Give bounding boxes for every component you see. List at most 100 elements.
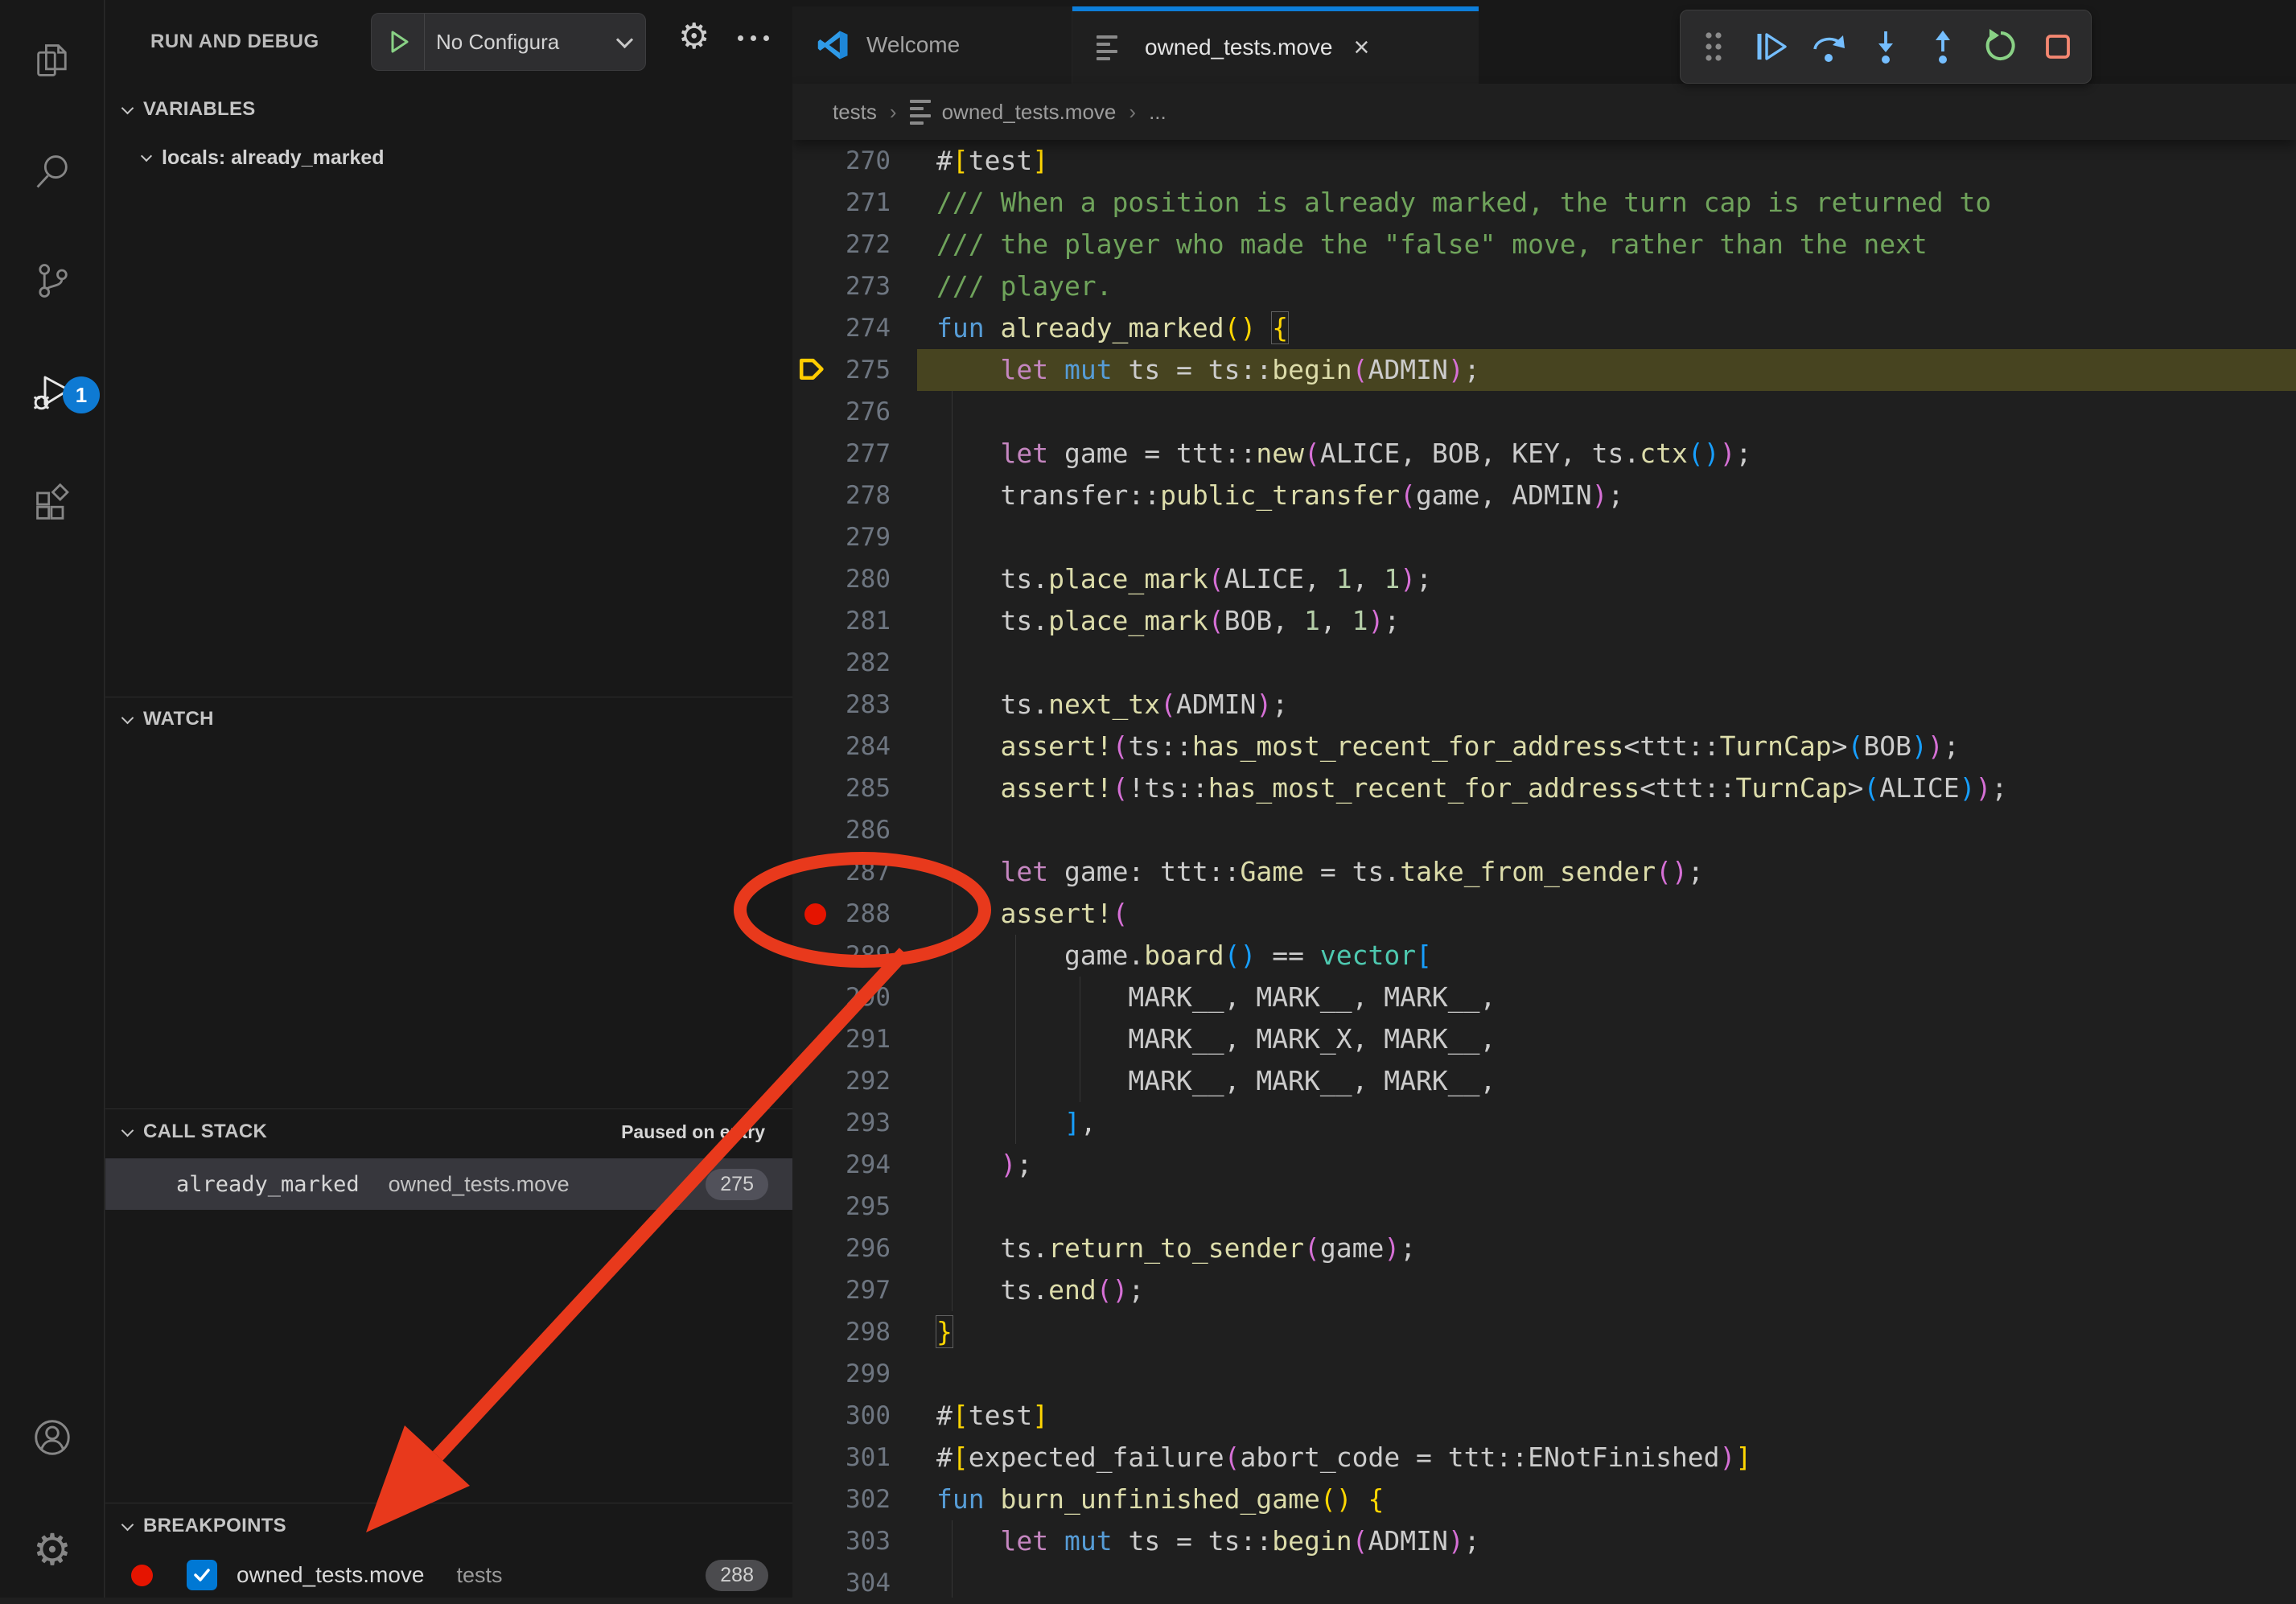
toolbar-drag-handle[interactable] bbox=[1689, 23, 1738, 71]
gutter[interactable]: 275 bbox=[792, 349, 917, 391]
gutter[interactable]: 292 bbox=[792, 1060, 917, 1102]
gutter[interactable]: 285 bbox=[792, 767, 917, 809]
gutter[interactable]: 281 bbox=[792, 600, 917, 642]
gutter[interactable]: 293 bbox=[792, 1102, 917, 1144]
code-line-275[interactable]: 275 let mut ts = ts::begin(ADMIN); bbox=[792, 349, 2296, 391]
restart-icon[interactable] bbox=[1977, 23, 2025, 71]
gutter[interactable]: 287 bbox=[792, 851, 917, 893]
code-line-271[interactable]: 271/// When a position is already marked… bbox=[792, 182, 2296, 224]
gutter[interactable]: 284 bbox=[792, 726, 917, 767]
code-line-302[interactable]: 302fun burn_unfinished_game() { bbox=[792, 1479, 2296, 1520]
code-line-293[interactable]: 293 ], bbox=[792, 1102, 2296, 1144]
more-actions-icon[interactable] bbox=[738, 35, 769, 41]
code-line-294[interactable]: 294 ); bbox=[792, 1144, 2296, 1186]
code-line-276[interactable]: 276 bbox=[792, 391, 2296, 433]
gutter[interactable]: 302 bbox=[792, 1479, 917, 1520]
code-line-277[interactable]: 277 let game = ttt::new(ALICE, BOB, KEY,… bbox=[792, 433, 2296, 475]
continue-icon[interactable] bbox=[1747, 23, 1796, 71]
code-line-300[interactable]: 300#[test] bbox=[792, 1395, 2296, 1437]
explorer-icon[interactable] bbox=[0, 16, 105, 105]
debug-config-dropdown[interactable]: No Configura bbox=[371, 13, 646, 71]
tab-welcome[interactable]: Welcome bbox=[792, 6, 1072, 84]
start-debug-icon[interactable] bbox=[372, 14, 425, 70]
gutter[interactable]: 277 bbox=[792, 433, 917, 475]
gutter[interactable]: 280 bbox=[792, 558, 917, 600]
stop-icon[interactable] bbox=[2034, 23, 2082, 71]
code-line-272[interactable]: 272/// the player who made the "false" m… bbox=[792, 224, 2296, 265]
gutter[interactable]: 270 bbox=[792, 140, 917, 182]
search-icon[interactable] bbox=[0, 127, 105, 216]
gutter[interactable]: 283 bbox=[792, 684, 917, 726]
code-line-273[interactable]: 273/// player. bbox=[792, 265, 2296, 307]
call-stack-section-header[interactable]: CALL STACK Paused on entry bbox=[105, 1110, 792, 1154]
code-line-299[interactable]: 299 bbox=[792, 1353, 2296, 1395]
code-line-285[interactable]: 285 assert!(!ts::has_most_recent_for_add… bbox=[792, 767, 2296, 809]
gutter[interactable]: 303 bbox=[792, 1520, 917, 1562]
step-over-icon[interactable] bbox=[1804, 23, 1853, 71]
gutter[interactable]: 300 bbox=[792, 1395, 917, 1437]
code-line-291[interactable]: 291 MARK__, MARK_X, MARK__, bbox=[792, 1018, 2296, 1060]
gutter[interactable]: 288 bbox=[792, 893, 917, 935]
run-and-debug-icon[interactable]: 1 bbox=[0, 348, 105, 436]
source-control-icon[interactable] bbox=[0, 236, 105, 325]
gutter[interactable]: 290 bbox=[792, 977, 917, 1018]
gutter[interactable]: 301 bbox=[792, 1437, 917, 1479]
gutter[interactable]: 274 bbox=[792, 307, 917, 349]
settings-gear-icon[interactable]: ⚙ bbox=[0, 1506, 105, 1594]
code-line-287[interactable]: 287 let game: ttt::Game = ts.take_from_s… bbox=[792, 851, 2296, 893]
gutter[interactable]: 297 bbox=[792, 1269, 917, 1311]
code-line-304[interactable]: 304 bbox=[792, 1562, 2296, 1604]
code-line-274[interactable]: 274fun already_marked() { bbox=[792, 307, 2296, 349]
code-line-288[interactable]: 288 assert!( bbox=[792, 893, 2296, 935]
code-line-281[interactable]: 281 ts.place_mark(BOB, 1, 1); bbox=[792, 600, 2296, 642]
code-line-297[interactable]: 297 ts.end(); bbox=[792, 1269, 2296, 1311]
code-line-278[interactable]: 278 transfer::public_transfer(game, ADMI… bbox=[792, 475, 2296, 516]
code-line-283[interactable]: 283 ts.next_tx(ADMIN); bbox=[792, 684, 2296, 726]
code-line-298[interactable]: 298} bbox=[792, 1311, 2296, 1353]
code-line-286[interactable]: 286 bbox=[792, 809, 2296, 851]
breadcrumb-symbol[interactable]: ... bbox=[1149, 100, 1167, 125]
step-into-icon[interactable] bbox=[1862, 23, 1910, 71]
gutter[interactable]: 298 bbox=[792, 1311, 917, 1353]
gutter[interactable]: 296 bbox=[792, 1228, 917, 1269]
gutter[interactable]: 291 bbox=[792, 1018, 917, 1060]
breakpoint-checkbox[interactable] bbox=[187, 1560, 217, 1590]
breakpoint-dot-icon[interactable] bbox=[794, 893, 836, 935]
code-line-301[interactable]: 301#[expected_failure(abort_code = ttt::… bbox=[792, 1437, 2296, 1479]
variables-section-header[interactable]: VARIABLES bbox=[105, 88, 792, 130]
tab-owned-tests-move[interactable]: owned_tests.move × bbox=[1072, 6, 1479, 84]
code-line-303[interactable]: 303 let mut ts = ts::begin(ADMIN); bbox=[792, 1520, 2296, 1562]
gutter[interactable]: 271 bbox=[792, 182, 917, 224]
code-line-279[interactable]: 279 bbox=[792, 516, 2296, 558]
variables-scope-locals[interactable]: locals: already_marked bbox=[105, 135, 792, 180]
close-tab-icon[interactable]: × bbox=[1353, 34, 1369, 61]
gutter[interactable]: 294 bbox=[792, 1144, 917, 1186]
gutter[interactable]: 273 bbox=[792, 265, 917, 307]
gutter[interactable]: 276 bbox=[792, 391, 917, 433]
code-line-270[interactable]: 270#[test] bbox=[792, 140, 2296, 182]
gutter[interactable]: 289 bbox=[792, 935, 917, 977]
breakpoints-section-header[interactable]: BREAKPOINTS bbox=[105, 1504, 792, 1548]
code-area[interactable]: 270#[test]271/// When a position is alre… bbox=[792, 140, 2296, 1598]
breadcrumb-file[interactable]: owned_tests.move bbox=[942, 100, 1117, 125]
code-line-295[interactable]: 295 bbox=[792, 1186, 2296, 1228]
gutter[interactable]: 272 bbox=[792, 224, 917, 265]
gutter[interactable]: 279 bbox=[792, 516, 917, 558]
code-line-284[interactable]: 284 assert!(ts::has_most_recent_for_addr… bbox=[792, 726, 2296, 767]
account-icon[interactable] bbox=[0, 1393, 105, 1482]
breakpoint-item[interactable]: owned_tests.move tests 288 bbox=[105, 1553, 792, 1598]
extensions-icon[interactable] bbox=[0, 460, 105, 549]
gutter[interactable]: 304 bbox=[792, 1562, 917, 1604]
gutter[interactable]: 282 bbox=[792, 642, 917, 684]
code-line-296[interactable]: 296 ts.return_to_sender(game); bbox=[792, 1228, 2296, 1269]
code-line-290[interactable]: 290 MARK__, MARK__, MARK__, bbox=[792, 977, 2296, 1018]
code-line-282[interactable]: 282 bbox=[792, 642, 2296, 684]
code-line-289[interactable]: 289 game.board() == vector[ bbox=[792, 935, 2296, 977]
code-line-280[interactable]: 280 ts.place_mark(ALICE, 1, 1); bbox=[792, 558, 2296, 600]
step-out-icon[interactable] bbox=[1919, 23, 1967, 71]
gutter[interactable]: 295 bbox=[792, 1186, 917, 1228]
debug-settings-gear-icon[interactable]: ⚙ bbox=[678, 19, 710, 55]
gutter[interactable]: 299 bbox=[792, 1353, 917, 1395]
breadcrumb-tests[interactable]: tests bbox=[833, 100, 877, 125]
gutter[interactable]: 286 bbox=[792, 809, 917, 851]
